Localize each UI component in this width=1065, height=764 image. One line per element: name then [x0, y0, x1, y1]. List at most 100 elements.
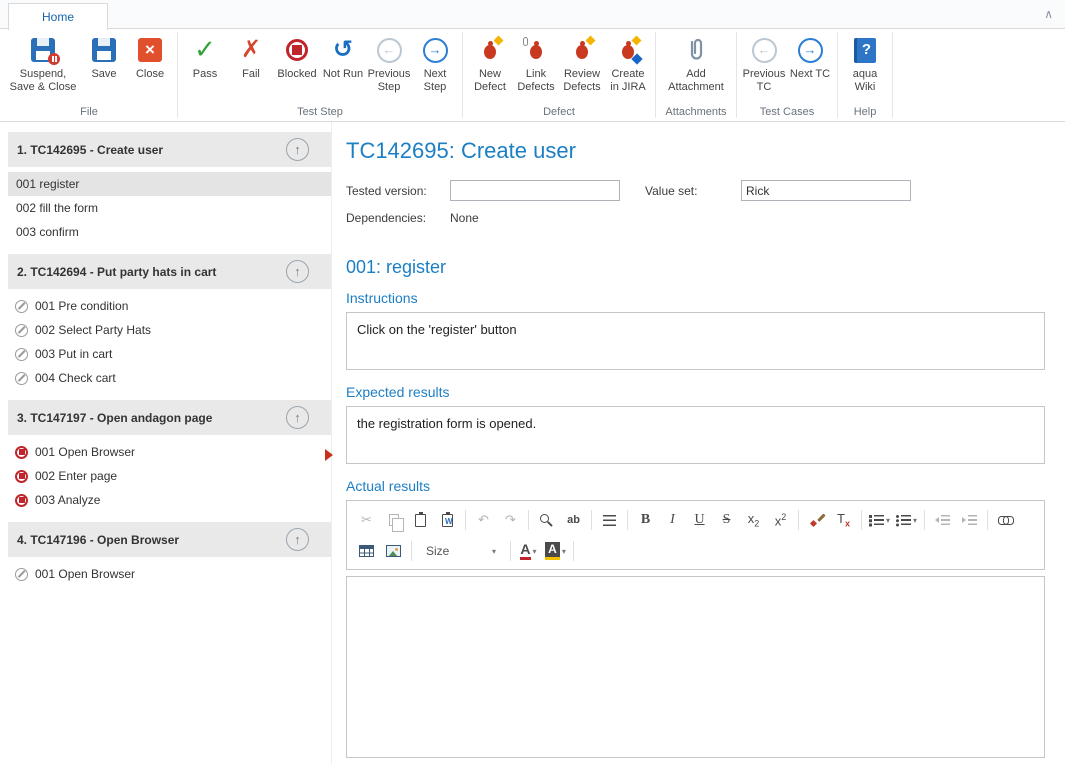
copy-icon: [389, 514, 399, 526]
dependencies-row: Dependencies: None: [346, 211, 1045, 225]
not-run-button[interactable]: ↺ Not Run: [320, 32, 366, 84]
copy-button[interactable]: [381, 509, 406, 531]
arrow-up-icon: ↑: [294, 142, 301, 157]
previous-step-button[interactable]: ← Previous Step: [366, 32, 412, 96]
test-case-header-3[interactable]: 3. TC147197 - Open andagon page ↑: [8, 400, 331, 435]
test-step-item[interactable]: 002 fill the form: [8, 196, 331, 220]
test-step-item[interactable]: 001 Pre condition: [8, 294, 331, 318]
save-button[interactable]: Save: [81, 32, 127, 84]
remove-format-button[interactable]: Tx: [831, 509, 856, 531]
test-step-item[interactable]: 001 register: [8, 172, 331, 196]
test-step-item[interactable]: 002 Enter page: [8, 464, 331, 488]
dependencies-value: None: [450, 211, 479, 225]
show-blocks-button[interactable]: [597, 509, 622, 531]
step-label: 002 Enter page: [35, 469, 117, 483]
font-size-dropdown[interactable]: Size ▾: [422, 540, 500, 562]
test-step-item[interactable]: 003 Put in cart: [8, 342, 331, 366]
step-label: 001 Pre condition: [35, 299, 128, 313]
replace-button[interactable]: ab: [561, 509, 586, 531]
paste-button[interactable]: [408, 509, 433, 531]
new-defect-button[interactable]: New Defect: [467, 32, 513, 96]
insert-table-button[interactable]: [354, 540, 379, 562]
paste-from-word-button[interactable]: [435, 509, 460, 531]
increase-indent-button[interactable]: [957, 509, 982, 531]
previous-tc-button[interactable]: ← Previous TC: [741, 32, 787, 96]
arrow-up-icon: ↑: [294, 264, 301, 279]
aqua-wiki-button[interactable]: ? aqua Wiki: [842, 32, 888, 96]
blocked-button[interactable]: Blocked: [274, 32, 320, 84]
instructions-box[interactable]: Click on the 'register' button: [346, 312, 1045, 370]
save-suspend-icon: [31, 38, 55, 62]
value-set-input[interactable]: [741, 180, 911, 201]
fail-button[interactable]: ✗ Fail: [228, 32, 274, 84]
insert-link-button[interactable]: [993, 509, 1018, 531]
tested-version-input[interactable]: [450, 180, 620, 201]
collapse-group-button[interactable]: ↑: [286, 528, 309, 551]
redo-button[interactable]: ↷: [498, 509, 523, 531]
bug-new-icon: [481, 39, 499, 61]
bullet-list-button[interactable]: ▾: [894, 509, 919, 531]
close-button[interactable]: × Close: [127, 32, 173, 84]
test-case-header-4[interactable]: 4. TC147196 - Open Browser ↑: [8, 522, 331, 557]
collapse-group-button[interactable]: ↑: [286, 406, 309, 429]
pass-button[interactable]: ✓ Pass: [182, 32, 228, 84]
tab-home[interactable]: Home: [8, 3, 108, 30]
decrease-indent-button[interactable]: [930, 509, 955, 531]
ribbon-group-test-cases: ← Previous TC → Next TC Test Cases: [738, 29, 836, 121]
save-icon: [92, 38, 116, 62]
numbered-list-button[interactable]: ▾: [867, 509, 892, 531]
step-label: 003 Put in cart: [35, 347, 112, 361]
caret-down-icon: ▾: [533, 547, 537, 556]
actual-results-editor[interactable]: [346, 576, 1045, 758]
collapse-group-button[interactable]: ↑: [286, 260, 309, 283]
strikethrough-button[interactable]: S: [714, 509, 739, 531]
next-arrow-icon: →: [423, 38, 448, 63]
expected-results-box[interactable]: the registration form is opened.: [346, 406, 1045, 464]
test-step-item[interactable]: 003 confirm: [8, 220, 331, 244]
test-case-header-1[interactable]: 1. TC142695 - Create user ↑: [8, 132, 331, 167]
subscript-button[interactable]: x2: [741, 509, 766, 531]
suspend-save-close-button[interactable]: Suspend, Save & Close: [5, 32, 81, 96]
not-run-status-icon: [15, 568, 28, 581]
test-step-item[interactable]: 003 Analyze: [8, 488, 331, 512]
button-label: Blocked: [277, 68, 316, 81]
ribbon-group-separator: [655, 32, 656, 118]
next-arrow-icon: →: [798, 38, 823, 63]
format-painter-button[interactable]: [804, 509, 829, 531]
review-defects-button[interactable]: Review Defects: [559, 32, 605, 96]
add-attachment-button[interactable]: Add Attachment: [660, 32, 732, 96]
link-defects-button[interactable]: Link Defects: [513, 32, 559, 96]
create-in-jira-button[interactable]: Create in JIRA: [605, 32, 651, 96]
collapse-group-button[interactable]: ↑: [286, 138, 309, 161]
next-tc-button[interactable]: → Next TC: [787, 32, 833, 84]
underline-button[interactable]: U: [687, 509, 712, 531]
not-run-status-icon: [15, 372, 28, 385]
previous-arrow-icon: ←: [377, 38, 402, 63]
background-color-button[interactable]: A▾: [543, 540, 568, 562]
test-step-item[interactable]: 004 Check cart: [8, 366, 331, 390]
ribbon-group-separator: [892, 32, 893, 118]
caret-down-icon: ▾: [913, 516, 917, 525]
jira-diamond-icon: [631, 53, 642, 64]
text-color-button[interactable]: A▾: [516, 540, 541, 562]
next-step-button[interactable]: → Next Step: [412, 32, 458, 96]
italic-button[interactable]: I: [660, 509, 685, 531]
test-step-item[interactable]: 001 Open Browser: [8, 440, 331, 464]
previous-arrow-icon: ←: [752, 38, 777, 63]
collapse-ribbon-icon[interactable]: ∧: [1044, 7, 1053, 21]
arrow-up-icon: ↑: [294, 532, 301, 547]
bug-link-icon: [527, 39, 545, 61]
test-step-item[interactable]: 001 Open Browser: [8, 562, 331, 586]
test-case-header-2[interactable]: 2. TC142694 - Put party hats in cart ↑: [8, 254, 331, 289]
find-button[interactable]: [534, 509, 559, 531]
cut-button[interactable]: ✂: [354, 509, 379, 531]
value-set-label: Value set:: [645, 184, 741, 198]
bullet-list-icon: [896, 514, 911, 526]
superscript-button[interactable]: x2: [768, 509, 793, 531]
arrow-up-icon: ↑: [294, 410, 301, 425]
bold-button[interactable]: B: [633, 509, 658, 531]
pass-check-icon: ✓: [194, 35, 216, 65]
insert-image-button[interactable]: [381, 540, 406, 562]
undo-button[interactable]: ↶: [471, 509, 496, 531]
test-step-item[interactable]: 002 Select Party Hats: [8, 318, 331, 342]
